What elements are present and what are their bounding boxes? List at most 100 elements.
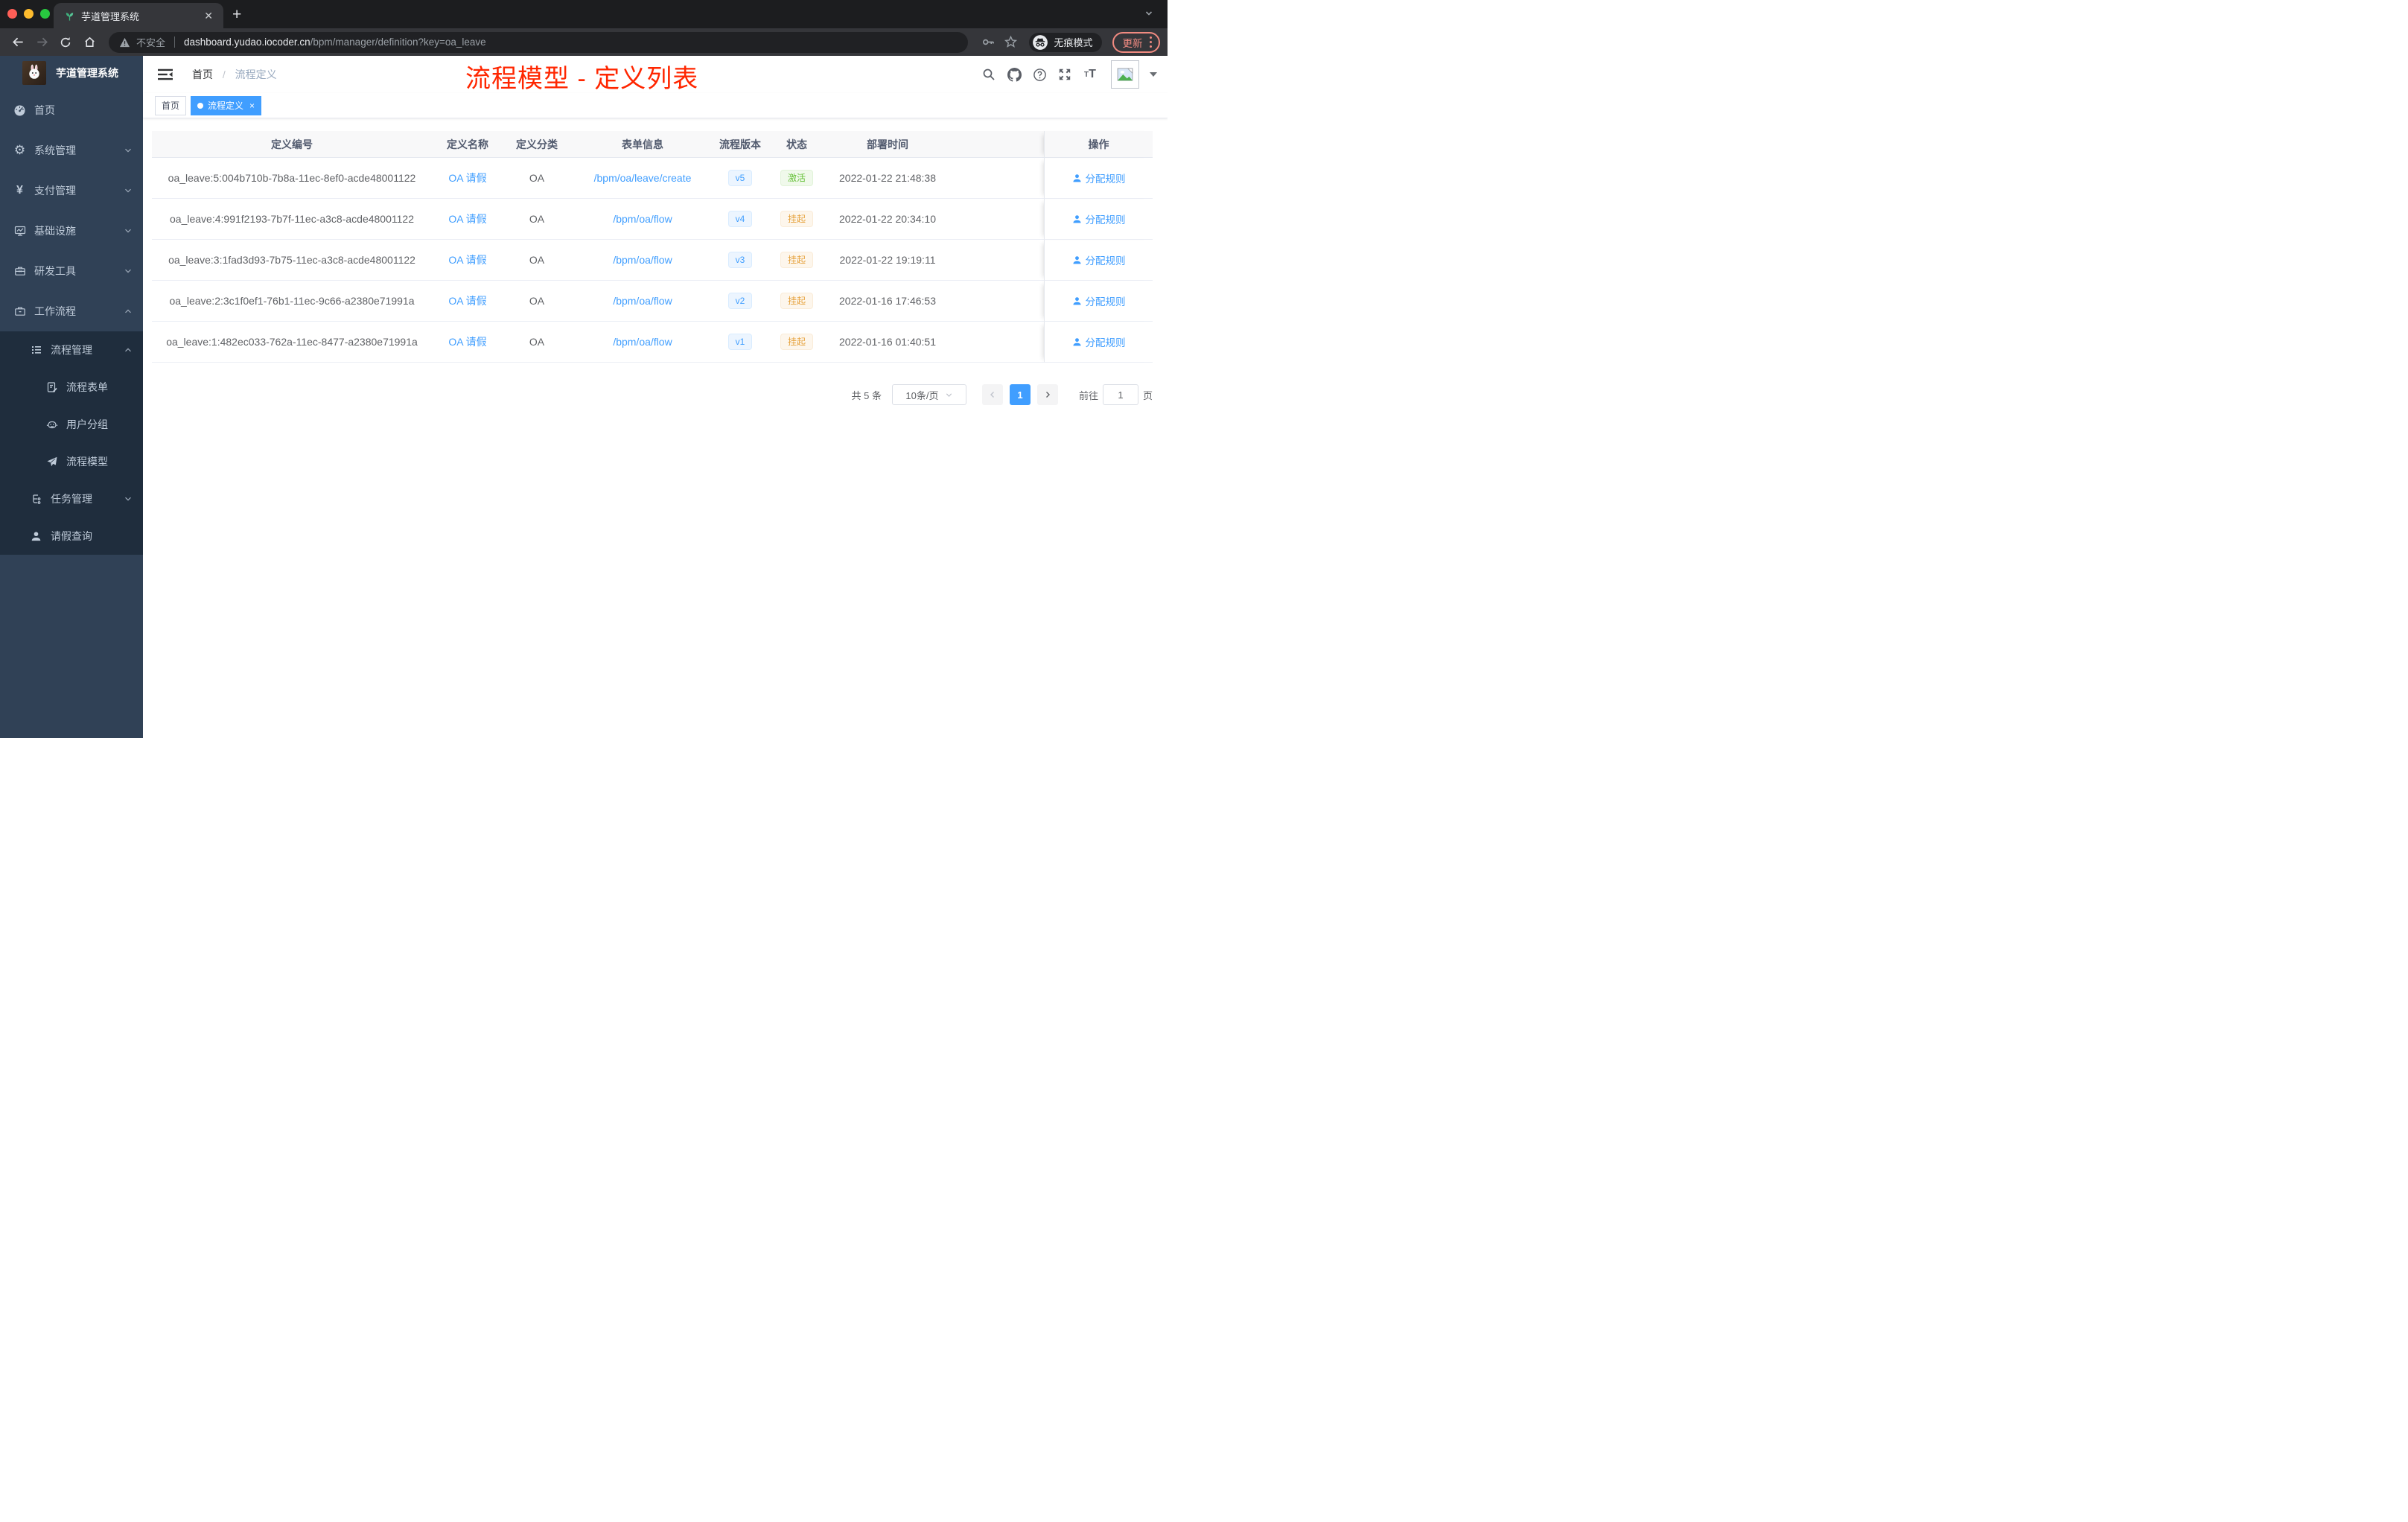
assign-rule-button[interactable]: 分配规则 — [1072, 252, 1126, 267]
reload-icon[interactable] — [55, 32, 76, 53]
new-tab-button[interactable]: + — [232, 6, 241, 24]
sidebar-item-leave-query[interactable]: 请假查询 — [0, 518, 143, 555]
address-bar[interactable]: 不安全 dashboard.yudao.iocoder.cn/bpm/manag… — [109, 31, 969, 53]
search-icon[interactable] — [978, 64, 999, 85]
definition-name-link[interactable]: OA 请假 — [448, 293, 486, 308]
app-title: 芋道管理系统 — [56, 67, 118, 79]
definition-name-link[interactable]: OA 请假 — [448, 334, 486, 349]
avatar-dropdown-caret-icon[interactable] — [1150, 72, 1157, 77]
page-size-select[interactable]: 10条/页 — [891, 384, 966, 405]
monitor-icon — [13, 225, 26, 237]
sidebar-item-process-management[interactable]: 流程管理 — [0, 331, 143, 369]
breadcrumb-current: 流程定义 — [235, 69, 277, 80]
security-label: 不安全 — [136, 37, 166, 48]
paper-plane-icon — [45, 456, 58, 468]
prev-page-button[interactable] — [981, 384, 1003, 405]
sidebar-item-user-group[interactable]: 用户分组 — [0, 406, 143, 443]
filler-cell — [947, 240, 1044, 281]
fullscreen-icon[interactable] — [1054, 64, 1075, 85]
briefcase-icon — [13, 305, 26, 317]
breadcrumb-home-link[interactable]: 首页 — [192, 69, 213, 80]
page-url[interactable]: dashboard.yudao.iocoder.cn/bpm/manager/d… — [184, 36, 486, 48]
form-info-link[interactable]: /bpm/oa/leave/create — [594, 172, 692, 184]
sidebar: 芋道管理系统 首页 ⚙ 系统管理 ¥ 支付管理 基础设施 研发工具 工作流程 流… — [0, 56, 143, 738]
sidebar-item-label: 支付管理 — [34, 185, 76, 197]
form-info-link[interactable]: /bpm/oa/flow — [613, 336, 672, 348]
password-key-icon[interactable] — [978, 33, 998, 52]
tag-close-icon[interactable]: × — [249, 101, 255, 111]
sidebar-item-label: 流程模型 — [66, 456, 108, 468]
definition-category: OA — [503, 158, 570, 199]
browser-tab[interactable]: 芋道管理系统 ✕ — [54, 3, 223, 28]
back-icon[interactable] — [7, 32, 28, 53]
assign-rule-button[interactable]: 分配规则 — [1072, 211, 1126, 226]
sidebar-item-process-form[interactable]: 流程表单 — [0, 369, 143, 406]
forward-icon[interactable] — [31, 32, 52, 53]
current-page-button[interactable]: 1 — [1009, 384, 1031, 405]
tag-process-definition[interactable]: 流程定义 × — [191, 95, 262, 115]
definition-name-link[interactable]: OA 请假 — [448, 171, 486, 185]
window-controls[interactable] — [7, 9, 50, 19]
status-badge: 挂起 — [780, 334, 813, 350]
definition-name-link[interactable]: OA 请假 — [448, 252, 486, 267]
tab-strip: 芋道管理系统 ✕ + — [0, 0, 1168, 28]
status-badge: 激活 — [780, 170, 813, 186]
definition-category: OA — [503, 199, 570, 240]
col-definition-category: 定义分类 — [503, 131, 570, 158]
table-row: oa_leave:3:1fad3d93-7b75-11ec-a3c8-acde4… — [152, 240, 1153, 281]
annotation-overlay-text: 流程模型 - 定义列表 — [465, 65, 699, 93]
assign-rule-button[interactable]: 分配规则 — [1072, 171, 1126, 185]
avatar[interactable] — [1111, 60, 1139, 89]
security-warning-icon[interactable] — [119, 37, 130, 48]
total-count: 共 5 条 — [851, 389, 882, 401]
chevron-down-icon — [124, 494, 133, 503]
font-size-icon[interactable]: TT — [1080, 64, 1101, 85]
bookmark-star-icon[interactable] — [1001, 33, 1020, 52]
maximize-window-button[interactable] — [40, 9, 50, 19]
tags-view: 首页 流程定义 × — [143, 93, 1168, 118]
sidebar-item-dev-tools[interactable]: 研发工具 — [0, 251, 143, 291]
tab-close-icon[interactable]: ✕ — [201, 10, 216, 22]
sidebar-item-task-management[interactable]: 任务管理 — [0, 480, 143, 518]
filler-cell — [947, 281, 1044, 322]
sidebar-item-payment[interactable]: ¥ 支付管理 — [0, 171, 143, 211]
form-info-link[interactable]: /bpm/oa/flow — [613, 254, 672, 266]
close-window-button[interactable] — [7, 9, 17, 19]
form-info-link[interactable]: /bpm/oa/flow — [613, 213, 672, 225]
sidebar-item-label: 请假查询 — [51, 530, 92, 542]
chevron-down-icon — [124, 186, 133, 195]
incognito-icon — [1032, 34, 1048, 51]
sidebar-item-home[interactable]: 首页 — [0, 90, 143, 130]
assign-rule-button[interactable]: 分配规则 — [1072, 334, 1126, 349]
sidebar-item-process-model[interactable]: 流程模型 — [0, 443, 143, 480]
definition-id: oa_leave:5:004b710b-7b8a-11ec-8ef0-acde4… — [152, 158, 432, 199]
update-browser-button[interactable]: 更新 — [1112, 31, 1160, 53]
col-form-info: 表单信息 — [570, 131, 715, 158]
robot-icon — [45, 418, 58, 430]
minimize-window-button[interactable] — [24, 9, 34, 19]
toolbox-icon — [13, 265, 26, 277]
browser-menu-icon[interactable] — [1149, 36, 1152, 48]
tab-search-chevron-icon[interactable] — [1144, 8, 1154, 19]
sidebar-toggle-icon[interactable] — [150, 68, 180, 81]
sidebar-item-system[interactable]: ⚙ 系统管理 — [0, 130, 143, 171]
goto-page-input[interactable] — [1102, 384, 1138, 405]
form-info-link[interactable]: /bpm/oa/flow — [613, 295, 672, 307]
next-page-button[interactable] — [1036, 384, 1058, 405]
filler-cell — [947, 322, 1044, 363]
col-deploy-time: 部署时间 — [828, 131, 947, 158]
assign-rule-button[interactable]: 分配规则 — [1072, 293, 1126, 308]
col-process-version: 流程版本 — [715, 131, 765, 158]
pagination: 共 5 条 10条/页 1 前往 页 — [152, 384, 1153, 405]
home-icon[interactable] — [79, 32, 100, 53]
github-icon[interactable] — [1004, 64, 1025, 85]
help-icon[interactable] — [1029, 64, 1050, 85]
status-badge: 挂起 — [780, 293, 813, 309]
app-logo-rabbit-image — [22, 61, 46, 85]
app-logo-row[interactable]: 芋道管理系统 — [0, 56, 143, 90]
definition-name-link[interactable]: OA 请假 — [448, 211, 486, 226]
sidebar-item-infrastructure[interactable]: 基础设施 — [0, 211, 143, 251]
tag-home[interactable]: 首页 — [155, 95, 187, 115]
version-tag: v1 — [727, 334, 753, 350]
sidebar-item-workflow[interactable]: 工作流程 — [0, 291, 143, 331]
